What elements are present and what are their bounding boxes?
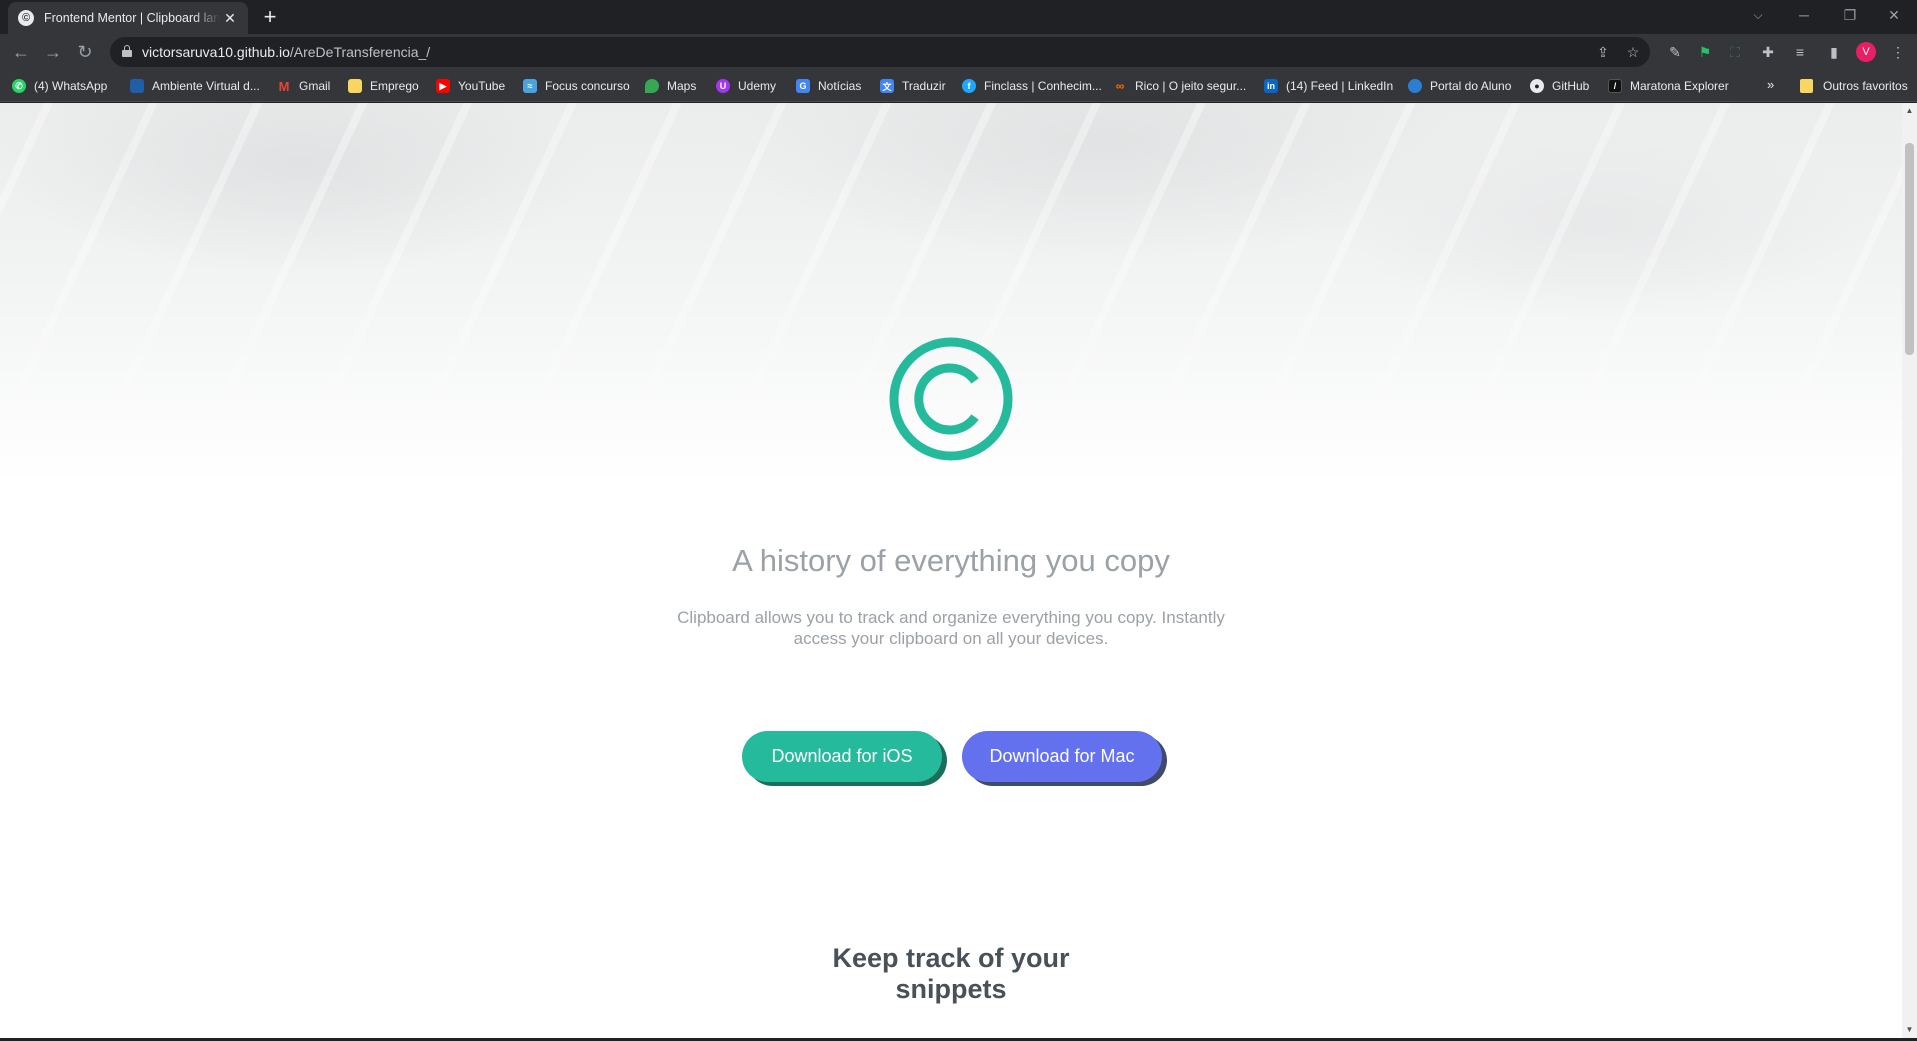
bookmark-ambiente-virtual[interactable]: Ambiente Virtual d... <box>130 77 260 95</box>
bookmark-label: YouTube <box>458 79 506 93</box>
youtube-icon: ▶ <box>436 79 450 93</box>
bookmark-finclass[interactable]: f Finclass | Conhecim... <box>962 77 1102 95</box>
bookmark-noticias[interactable]: G Notícias <box>796 77 861 95</box>
section-title-line-2: snippets <box>895 974 1007 1004</box>
gmail-icon: M <box>278 78 290 94</box>
hero-title: A history of everything you copy <box>732 543 1170 578</box>
hero-description: Clipboard allows you to track and organi… <box>677 608 1225 648</box>
bookmark-traduzir[interactable]: 文 Traduzir <box>880 77 946 95</box>
bookmark-emprego[interactable]: Emprego <box>348 77 419 95</box>
extension-screenshot-icon[interactable]: ⛶ <box>1725 42 1745 62</box>
page-viewport: A history of everything you copy Clipboa… <box>0 103 1902 1038</box>
bookmark-label: Maratona Explorer <box>1630 79 1729 93</box>
browser-tab[interactable]: © Frontend Mentor | Clipboard landing pa… <box>8 2 248 34</box>
bookmark-label: Portal do Aluno <box>1430 79 1512 93</box>
page-scrollbar[interactable]: ▲ ▼ <box>1902 103 1917 1038</box>
explorer-icon: / <box>1608 79 1622 93</box>
minimize-icon[interactable]: ─ <box>1781 0 1827 30</box>
translate-icon: 文 <box>880 79 894 93</box>
bookmark-label: Notícias <box>818 79 862 93</box>
tab-close-icon[interactable]: ✕ <box>222 10 238 27</box>
news-icon: G <box>796 79 810 93</box>
focus-icon: ≈ <box>523 79 537 93</box>
bookmark-label: Gmail <box>299 79 331 93</box>
download-mac-button[interactable]: Download for Mac <box>962 731 1162 782</box>
bookmark-portal-do-aluno[interactable]: Portal do Aluno <box>1408 77 1511 95</box>
section-title: Keep track of your snippets <box>0 943 1902 1005</box>
folder-icon <box>348 79 362 93</box>
school-icon <box>130 79 144 93</box>
scroll-up-icon[interactable]: ▲ <box>1905 106 1914 115</box>
back-icon[interactable]: ← <box>7 38 35 66</box>
bookmark-youtube[interactable]: ▶ YouTube <box>436 77 505 95</box>
restore-icon[interactable]: ❐ <box>1827 0 1873 30</box>
forward-icon[interactable]: → <box>39 38 67 66</box>
rico-icon: ∞ <box>1115 79 1125 93</box>
bookmarks-bar: ✆ (4) WhatsApp Ambiente Virtual d... M G… <box>0 70 1917 102</box>
finclass-icon: f <box>962 79 976 93</box>
clipboard-logo-icon <box>889 337 1013 461</box>
browser-toolbar: ← → ↻ victorsaruva10.github.io/AreDeTran… <box>0 34 1917 70</box>
lock-icon[interactable] <box>122 45 132 58</box>
bookmark-focus-concurso[interactable]: ≈ Focus concurso <box>523 77 630 95</box>
other-bookmarks-label: Outros favoritos <box>1823 79 1908 93</box>
share-icon[interactable]: ⇪ <box>1593 42 1613 62</box>
bookmark-label: Focus concurso <box>545 79 630 93</box>
menu-kebab-icon[interactable]: ⋮ <box>1888 42 1908 62</box>
url-path: /AreDeTransferencia_/ <box>289 44 431 60</box>
bookmark-rico[interactable]: ∞ Rico | O jeito segur... <box>1113 77 1246 95</box>
bookmark-label: GitHub <box>1552 79 1590 93</box>
tab-title: Frontend Mentor | Clipboard landing page <box>44 11 220 25</box>
bookmark-label: (4) WhatsApp <box>34 79 108 93</box>
address-bar[interactable]: victorsaruva10.github.io/AreDeTransferen… <box>110 37 1650 67</box>
tab-strip: © Frontend Mentor | Clipboard landing pa… <box>0 0 1917 34</box>
maps-icon <box>645 79 659 93</box>
reload-icon[interactable]: ↻ <box>71 38 99 66</box>
extensions-puzzle-icon[interactable]: ✚ <box>1758 42 1778 62</box>
other-bookmarks-folder[interactable]: Outros favoritos <box>1800 77 1908 95</box>
extension-flag-icon[interactable]: ⚑ <box>1695 42 1715 62</box>
bookmark-label: Rico | O jeito segur... <box>1135 79 1247 93</box>
url-host: victorsaruva10.github.io <box>142 44 290 60</box>
side-panel-icon[interactable]: ▮ <box>1824 42 1844 62</box>
bookmark-gmail[interactable]: M Gmail <box>277 77 331 95</box>
folder-icon <box>1800 79 1813 93</box>
bookmark-whatsapp[interactable]: ✆ (4) WhatsApp <box>12 77 107 95</box>
bookmark-label: Traduzir <box>902 79 946 93</box>
bookmark-label: Maps <box>667 79 697 93</box>
tab-search-icon[interactable]: ⌵ <box>1745 4 1771 26</box>
linkedin-icon: in <box>1264 79 1278 93</box>
bookmark-github[interactable]: ● GitHub <box>1530 77 1589 95</box>
bookmark-udemy[interactable]: U Udemy <box>716 77 776 95</box>
bookmark-label: Finclass | Conhecim... <box>984 79 1102 93</box>
section-title-line-1: Keep track of your <box>832 943 1070 973</box>
profile-avatar[interactable]: V <box>1856 42 1876 62</box>
extension-pen-icon[interactable]: ✎ <box>1665 42 1685 62</box>
udemy-icon: U <box>716 79 730 93</box>
bookmarks-overflow-icon[interactable]: » <box>1767 77 1774 92</box>
bookmark-maratona-explorer[interactable]: / Maratona Explorer <box>1608 77 1729 95</box>
new-tab-button[interactable]: + <box>258 6 282 30</box>
scroll-down-icon[interactable]: ▼ <box>1905 1025 1914 1034</box>
bookmark-label: Emprego <box>370 79 419 93</box>
portal-icon <box>1408 79 1422 93</box>
bookmark-star-icon[interactable]: ☆ <box>1623 42 1643 62</box>
bookmark-label: Udemy <box>738 79 777 93</box>
url-text[interactable]: victorsaruva10.github.io/AreDeTransferen… <box>142 44 430 60</box>
bookmark-linkedin[interactable]: in (14) Feed | LinkedIn <box>1264 77 1393 95</box>
scrollbar-thumb[interactable] <box>1905 143 1914 355</box>
github-icon: ● <box>1530 79 1544 93</box>
bookmark-label: (14) Feed | LinkedIn <box>1286 79 1394 93</box>
whatsapp-icon: ✆ <box>12 79 26 93</box>
media-queue-icon[interactable]: ≡ <box>1790 42 1810 62</box>
tab-favicon-icon: © <box>18 10 34 26</box>
bookmark-maps[interactable]: Maps <box>645 77 696 95</box>
close-window-icon[interactable]: ✕ <box>1871 0 1917 30</box>
bookmark-label: Ambiente Virtual d... <box>152 79 260 93</box>
download-ios-button[interactable]: Download for iOS <box>742 731 942 782</box>
